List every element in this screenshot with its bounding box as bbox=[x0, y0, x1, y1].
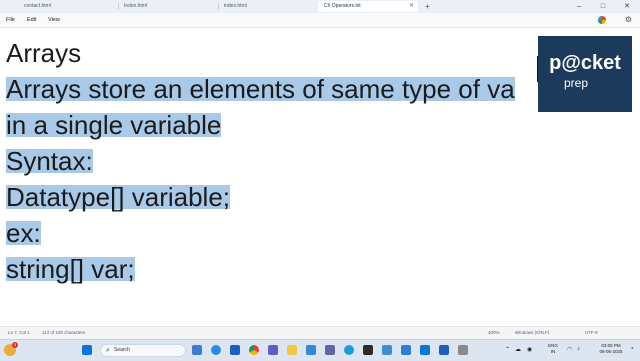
menu-bar: File Edit View ⚙ bbox=[0, 13, 640, 28]
clock-time: 03:05 PM bbox=[601, 343, 621, 348]
minimize-button[interactable]: – bbox=[570, 0, 588, 13]
notepad-icon[interactable] bbox=[382, 345, 392, 355]
tab-label: index.html bbox=[224, 3, 247, 9]
logo-line-1: p@cket bbox=[549, 52, 621, 74]
file-explorer-icon[interactable] bbox=[287, 345, 297, 355]
weather-badge: 3 bbox=[12, 342, 18, 348]
close-window-button[interactable]: ✕ bbox=[618, 0, 636, 13]
taskbar: 3 ⌕ Search ⌃ ☁ ◉ ENG IN ◠ ♪ 03:05 PM 06-… bbox=[0, 339, 640, 361]
status-char-count: 113 of 126 characters bbox=[42, 330, 86, 335]
clock-date: 06-06-2025 bbox=[599, 349, 623, 354]
status-line-ending[interactable]: Windows (CRLF) bbox=[515, 327, 549, 339]
status-position: Ln 7, Col 1 bbox=[8, 330, 30, 335]
menu-view[interactable]: View bbox=[48, 13, 60, 27]
doc-line-4: Datatype[] variable; bbox=[6, 182, 231, 212]
region-code: IN bbox=[550, 349, 556, 354]
wifi-icon[interactable]: ◠ bbox=[567, 346, 572, 353]
photos-icon[interactable] bbox=[306, 345, 316, 355]
menu-edit[interactable]: Edit bbox=[27, 13, 36, 27]
language-indicator[interactable]: ENG IN bbox=[545, 343, 561, 355]
menu-file[interactable]: File bbox=[6, 13, 15, 27]
store-icon[interactable] bbox=[439, 345, 449, 355]
status-zoom[interactable]: 400% bbox=[488, 327, 500, 339]
tab-label: contact.html bbox=[24, 3, 51, 9]
status-bar: Ln 7, Col 1 113 of 126 characters 400% W… bbox=[0, 326, 640, 339]
status-encoding[interactable]: UTF-8 bbox=[585, 327, 598, 339]
tab-label: C# Operators.txt bbox=[324, 3, 361, 9]
clock[interactable]: 03:05 PM 06-06-2025 bbox=[596, 343, 626, 355]
vscode-icon[interactable] bbox=[401, 345, 411, 355]
terminal-icon[interactable] bbox=[363, 345, 373, 355]
teams-chat-icon[interactable] bbox=[325, 345, 335, 355]
doc-line-6: string[] var; bbox=[6, 254, 135, 284]
tab-bar: contact.html Index.html index.html C# Op… bbox=[0, 0, 640, 14]
app-icon[interactable] bbox=[458, 345, 468, 355]
close-tab-icon[interactable]: ✕ bbox=[409, 1, 414, 12]
teams-icon[interactable] bbox=[268, 345, 278, 355]
search-icon: ⌕ bbox=[106, 347, 110, 354]
maximize-button[interactable]: □ bbox=[594, 0, 612, 13]
doc-line-title: Arrays bbox=[6, 38, 82, 68]
cloud-icon[interactable]: ☁ bbox=[515, 346, 521, 353]
meet-icon[interactable]: ◉ bbox=[527, 346, 532, 353]
tab-index-html-1[interactable]: Index.html bbox=[118, 1, 218, 12]
tab-index-html-2[interactable]: index.html bbox=[218, 1, 318, 12]
doc-line-2: in a single variable bbox=[6, 110, 222, 140]
taskbar-search[interactable]: ⌕ Search bbox=[100, 344, 186, 357]
chevron-up-icon[interactable]: ⌃ bbox=[505, 346, 510, 353]
doc-line-5: ex: bbox=[6, 218, 41, 248]
language-code: ENG bbox=[548, 343, 558, 348]
tab-csharp-operators[interactable]: C# Operators.txt ✕ bbox=[318, 1, 418, 12]
packt-prep-logo: p@cket prep bbox=[538, 36, 632, 112]
task-view-icon[interactable] bbox=[192, 345, 202, 355]
doc-line-1: Arrays store an elements of same type of… bbox=[6, 74, 515, 104]
gear-icon[interactable]: ⚙ bbox=[625, 15, 632, 24]
edge-copilot-icon[interactable] bbox=[211, 345, 221, 355]
doc-line-3: Syntax: bbox=[6, 146, 93, 176]
edge-icon[interactable] bbox=[344, 345, 354, 355]
mail-icon[interactable] bbox=[230, 345, 240, 355]
new-tab-button[interactable]: + bbox=[425, 0, 430, 13]
outlook-icon[interactable] bbox=[420, 345, 430, 355]
chrome-icon[interactable] bbox=[249, 345, 259, 355]
volume-icon[interactable]: ♪ bbox=[577, 346, 580, 352]
copilot-icon[interactable] bbox=[598, 16, 606, 24]
search-label: Search bbox=[114, 347, 130, 353]
windows-start-icon[interactable] bbox=[82, 345, 92, 355]
logo-line-2: prep bbox=[564, 76, 589, 90]
tab-label: Index.html bbox=[124, 3, 148, 9]
notification-bell-icon[interactable]: ◔ bbox=[630, 346, 634, 352]
tab-contact-html[interactable]: contact.html bbox=[18, 1, 118, 12]
